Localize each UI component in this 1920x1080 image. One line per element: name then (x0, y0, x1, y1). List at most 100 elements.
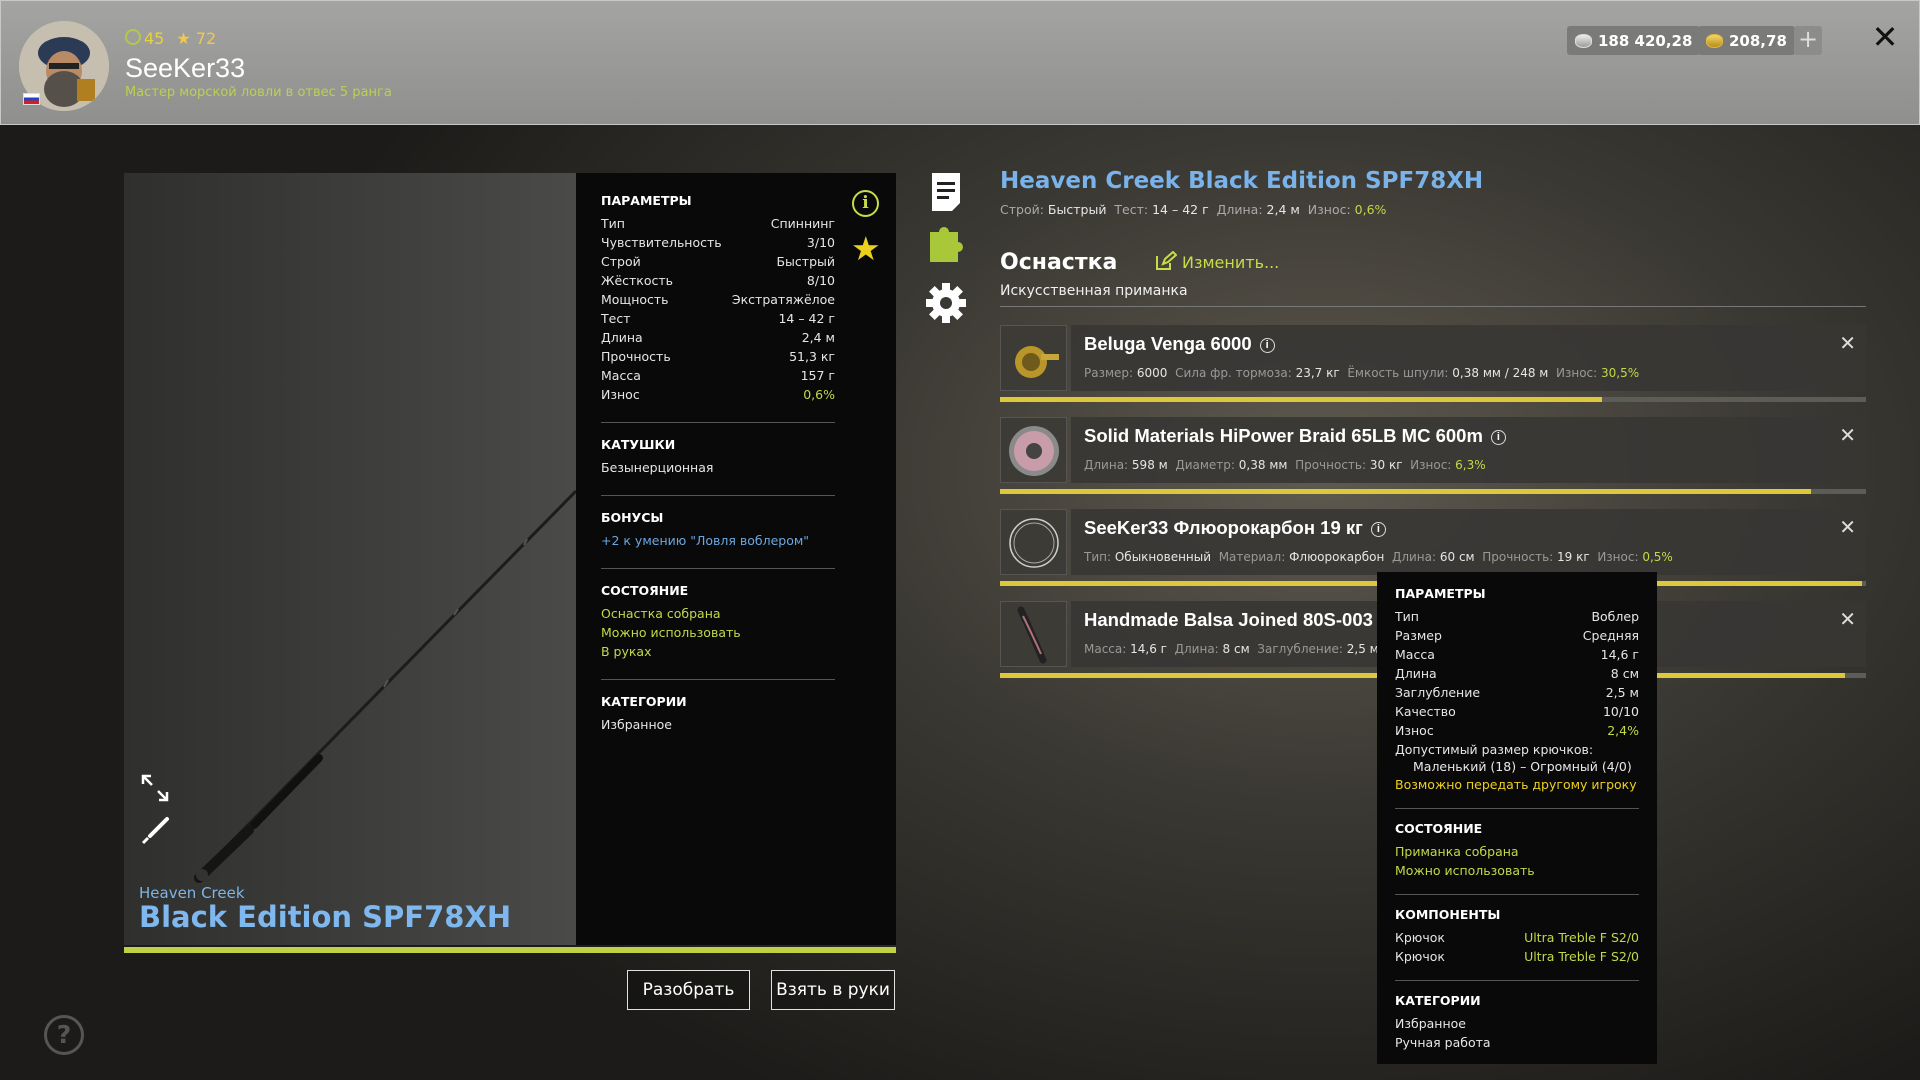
remove-icon[interactable]: ✕ (1839, 331, 1856, 355)
tooltip-params-list: Тип Воблер Размер Средняя Масса 14,6 г Длина 8 … (1395, 607, 1639, 740)
tooltip-params-header: ПАРАМЕТРЫ (1395, 586, 1486, 601)
info-icon[interactable]: i (1370, 522, 1386, 537)
components-header: КОМПОНЕНТЫ (1395, 907, 1501, 922)
param-label: Мощность (601, 292, 669, 307)
tooltip-state-header: СОСТОЯНИЕ (1395, 821, 1483, 836)
silver-coin-icon (1575, 33, 1592, 48)
card-stat-value: Флюорокарбон (1289, 550, 1385, 564)
card-name: Solid Materials HiPower Braid 65LB MC 60… (1084, 425, 1506, 447)
help-icon[interactable]: ? (44, 1015, 84, 1055)
item-thumbnail[interactable] (1000, 417, 1067, 483)
gold-balance: 208,78 (1698, 26, 1795, 55)
tackle-card[interactable]: Solid Materials HiPower Braid 65LB MC 60… (1000, 417, 1866, 494)
tooltip-param-row: Тип Воблер (1395, 607, 1639, 626)
tooltip-param-label: Заглубление (1395, 685, 1481, 700)
disassemble-button[interactable]: Разобрать (627, 970, 750, 1010)
card-stats: Размер: 6000 Сила фр. тормоза: 23,7 кг Ё… (1084, 366, 1643, 380)
divider (1395, 808, 1639, 809)
info-icon[interactable]: i (852, 190, 879, 217)
remove-icon[interactable]: ✕ (1839, 515, 1856, 539)
rod-image (194, 489, 576, 883)
description-tab-icon[interactable] (932, 173, 960, 211)
state-item: Оснастка собрана (601, 606, 721, 621)
param-label: Износ (601, 387, 640, 402)
info-icon[interactable]: i (1490, 430, 1506, 445)
gold-coin-icon (1706, 33, 1723, 48)
card-body: Solid Materials HiPower Braid 65LB MC 60… (1071, 417, 1866, 483)
rod-params-panel: ПАРАМЕТРЫ Тип Спиннинг Чувствительность 3/1… (576, 173, 896, 945)
remove-icon[interactable]: ✕ (1839, 423, 1856, 447)
hook-size-value: Маленький (18) – Огромный (4/0) (1413, 759, 1632, 774)
tooltip-param-label: Масса (1395, 647, 1435, 662)
tooltip-param-value: 2,4% (1607, 723, 1639, 738)
param-label: Масса (601, 368, 641, 383)
tackle-card[interactable]: SeeKer33 Флюорокарбон 19 кг i Тип: Обыкно… (1000, 509, 1866, 586)
divider (601, 568, 835, 569)
expand-icon[interactable] (140, 773, 170, 803)
card-stat-value: 0,38 мм / 248 м (1452, 366, 1549, 380)
close-icon[interactable]: ✕ (1867, 19, 1903, 55)
params-header: ПАРАМЕТРЫ (601, 193, 692, 208)
item-thumbnail[interactable] (1000, 325, 1067, 391)
param-label: Прочность (601, 349, 671, 364)
item-thumbnail[interactable] (1000, 509, 1067, 575)
lure-type: Искусственная приманка (1000, 283, 1188, 299)
card-name-text: Handmade Balsa Joined 80S-003 (1084, 609, 1373, 630)
state-header: СОСТОЯНИЕ (601, 583, 689, 598)
tooltip-category: Ручная работа (1395, 1035, 1491, 1050)
player-stats: 45 ★ 72 (125, 29, 216, 48)
card-stat-label: Сила фр. тормоза: (1175, 366, 1292, 380)
silver-balance: 188 420,28 (1567, 26, 1701, 55)
card-stat-value: Обыкновенный (1114, 550, 1212, 564)
rod-preview[interactable]: Heaven Creek Black Edition SPF78XH (124, 173, 576, 945)
category-value: Избранное (601, 717, 672, 732)
card-name: Beluga Venga 6000 i (1084, 333, 1275, 355)
tooltip-state-item: Приманка собрана (1395, 844, 1519, 859)
remove-icon[interactable]: ✕ (1839, 607, 1856, 631)
player-name: SeeKer33 (125, 53, 246, 83)
card-stat-value: 8 см (1222, 642, 1250, 656)
tooltip-param-row: Износ 2,4% (1395, 721, 1639, 740)
summary-value: 14 – 42 г (1152, 202, 1209, 217)
param-label: Жёсткость (601, 273, 674, 288)
divider (601, 422, 835, 423)
tooltip-param-value: 10/10 (1602, 704, 1639, 719)
card-stat-label: Длина: (1174, 642, 1219, 656)
param-row: Износ 0,6% (601, 385, 835, 404)
param-label: Длина (601, 330, 643, 345)
tooltip-param-value: 2,5 м (1605, 685, 1639, 700)
player-rank: ★ 72 (176, 29, 217, 48)
item-thumbnail[interactable] (1000, 601, 1067, 667)
param-value: Быстрый (776, 254, 835, 269)
param-value: 51,3 кг (789, 349, 835, 364)
summary-value: 0,6% (1354, 202, 1387, 217)
card-stat-value: 23,7 кг (1295, 366, 1340, 380)
favorite-star-icon[interactable]: ★ (851, 229, 881, 268)
card-stat-label: Износ: (1556, 366, 1598, 380)
add-currency-button[interactable]: + (1794, 26, 1822, 55)
card-stat-value: 6000 (1136, 366, 1168, 380)
tooltip-param-row: Качество 10/10 (1395, 702, 1639, 721)
tooltip-param-value: 14,6 г (1600, 647, 1639, 662)
edit-tackle-button[interactable]: Изменить... (1155, 250, 1279, 272)
settings-gear-tab-icon[interactable] (926, 283, 966, 323)
take-in-hands-button[interactable]: Взять в руки (771, 970, 895, 1010)
paint-brush-icon[interactable] (140, 816, 170, 846)
tooltip-param-row: Заглубление 2,5 м (1395, 683, 1639, 702)
tackle-card[interactable]: Beluga Venga 6000 i Размер: 6000 Сила фр.… (1000, 325, 1866, 402)
edit-icon (1156, 250, 1178, 270)
param-row: Масса 157 г (601, 366, 835, 385)
card-stats: Длина: 598 м Диаметр: 0,38 мм Прочность:… (1084, 458, 1490, 472)
reels-value: Безынерционная (601, 460, 714, 475)
param-value: 14 – 42 г (778, 311, 835, 326)
divider (1395, 980, 1639, 981)
item-thumbnail-image (1015, 346, 1059, 378)
tooltip-param-value: Средняя (1582, 628, 1639, 643)
info-icon[interactable]: i (1259, 338, 1275, 353)
card-stat-value: 30 кг (1369, 458, 1403, 472)
tackle-puzzle-tab-icon[interactable] (930, 227, 964, 262)
card-name: SeeKer33 Флюорокарбон 19 кг i (1084, 517, 1386, 539)
card-stat-label: Заглубление: (1257, 642, 1343, 656)
card-stat-label: Тип: (1084, 550, 1112, 564)
item-thumbnail-image (1009, 426, 1059, 476)
